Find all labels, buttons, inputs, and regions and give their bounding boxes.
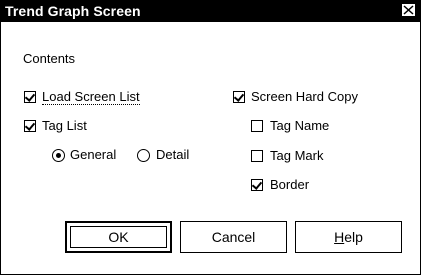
border-label[interactable]: Border xyxy=(270,177,309,192)
dialog-title: Trend Graph Screen xyxy=(5,3,141,19)
general-radio[interactable] xyxy=(52,149,65,162)
ok-button[interactable]: OK xyxy=(65,221,172,253)
help-mnemonic: H xyxy=(334,229,345,245)
trend-graph-dialog: Trend Graph Screen Contents Load Screen … xyxy=(0,0,421,275)
tag-list-checkbox[interactable] xyxy=(24,120,36,132)
general-radio-label[interactable]: General xyxy=(70,147,116,162)
detail-radio[interactable] xyxy=(137,149,150,162)
tag-mark-label[interactable]: Tag Mark xyxy=(270,148,323,163)
close-icon xyxy=(403,5,414,15)
load-screen-list-label[interactable]: Load Screen List xyxy=(42,89,140,105)
contents-group-label: Contents xyxy=(23,51,76,66)
detail-radio-label[interactable]: Detail xyxy=(156,147,189,162)
tag-list-label[interactable]: Tag List xyxy=(42,118,87,133)
help-button-label: Help xyxy=(334,229,363,245)
tag-name-checkbox[interactable] xyxy=(251,120,263,132)
help-button[interactable]: Help xyxy=(295,221,402,253)
tag-name-label[interactable]: Tag Name xyxy=(270,118,329,133)
ok-button-label: OK xyxy=(108,229,129,245)
border-checkbox[interactable] xyxy=(251,179,263,191)
screen-hard-copy-checkbox[interactable] xyxy=(233,91,245,103)
tag-mark-checkbox[interactable] xyxy=(251,150,263,162)
screen-hard-copy-label[interactable]: Screen Hard Copy xyxy=(251,89,358,104)
close-button[interactable] xyxy=(401,3,416,17)
cancel-button-label: Cancel xyxy=(211,229,256,245)
title-bar[interactable]: Trend Graph Screen xyxy=(1,0,420,22)
load-screen-list-checkbox[interactable] xyxy=(24,91,36,103)
cancel-button[interactable]: Cancel xyxy=(180,221,287,253)
